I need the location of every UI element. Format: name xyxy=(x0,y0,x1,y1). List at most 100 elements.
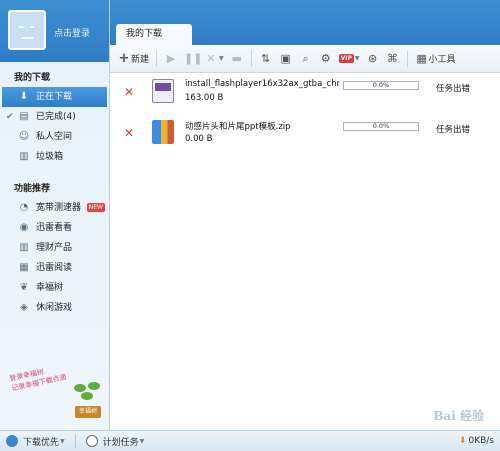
sort-icon: ⇅ xyxy=(261,52,271,65)
progress-bar: 0.0% xyxy=(343,81,419,90)
info-icon: ▣ xyxy=(280,52,291,65)
priority-icon xyxy=(6,435,18,447)
tab-strip: 我的下载 xyxy=(110,0,500,45)
priority-label: 下载优先 xyxy=(23,437,60,448)
sidebar-item-happy-tree[interactable]: ❦ 幸福树 xyxy=(0,278,109,298)
leaf-shape xyxy=(74,384,86,392)
new-task-button[interactable]: + 新建 xyxy=(114,49,152,69)
toolbar-separator xyxy=(406,50,408,67)
sidebar-item-label: 宽带测速器 xyxy=(36,203,82,213)
vip-badge: VIP xyxy=(338,54,354,63)
expand-check-icon[interactable]: ✔ xyxy=(6,107,14,127)
sidebar-item-label: 私人空间 xyxy=(36,132,73,142)
sidebar-item-label: 已完成(4) xyxy=(36,112,76,122)
done-icon: ▤ xyxy=(19,111,29,122)
toolbar-separator xyxy=(250,50,252,67)
baidu-watermark: Bai 经验 xyxy=(433,409,484,423)
sort-button[interactable]: ⇅ xyxy=(256,49,276,69)
toolbar-separator xyxy=(156,50,158,67)
happy-tree-promo[interactable]: 登录幸福树 记录幸福下载点滴 幸福树 xyxy=(6,366,106,428)
avatar-eye-right xyxy=(30,26,35,28)
file-name: 动感片头和片尾ppt模板.zip xyxy=(185,122,291,132)
plant-pot: 幸福树 xyxy=(75,406,101,418)
download-speed: ⬇ 0KB/s xyxy=(459,436,494,446)
sidebar-item-trash[interactable]: ▥ 垃圾箱 xyxy=(0,147,109,167)
statusbar-separator xyxy=(74,434,76,448)
leaf-icon: ❦ xyxy=(19,282,29,293)
tab-my-downloads[interactable]: 我的下载 xyxy=(116,24,192,45)
gear-icon: ⚙ xyxy=(320,52,331,65)
gamepad-icon: ◈ xyxy=(20,302,28,313)
download-row[interactable]: ✕ install_flashplayer16x32ax_gtba_chra_.… xyxy=(110,73,500,114)
new-task-label: 新建 xyxy=(131,55,150,65)
delete-button[interactable]: ✕ ▼ xyxy=(201,49,227,69)
toolbox-icon: ▦ xyxy=(416,52,427,65)
down-arrow-icon: ⬇ xyxy=(458,436,467,446)
vip-button[interactable]: VIP ▼ xyxy=(336,49,363,69)
sidebar-item-games[interactable]: ◈ 休闲游戏 xyxy=(0,298,109,318)
sidebar-item-reading[interactable]: ▦ 迅雷阅读 xyxy=(0,258,109,278)
progress-bar: 0.0% xyxy=(343,122,419,131)
sidebar-item-downloading[interactable]: ⬇ 正在下载 xyxy=(2,87,107,107)
clock-icon xyxy=(85,435,98,447)
media-button[interactable]: ⊛ xyxy=(363,49,383,69)
sidebar-item-label: 理财产品 xyxy=(36,243,73,253)
error-x-icon[interactable]: ✕ xyxy=(124,85,134,99)
download-row[interactable]: ✕ 动感片头和片尾ppt模板.zip 0.00 B 0.0% 任务出错 xyxy=(110,114,500,155)
download-arrow-icon: ⬇ xyxy=(19,91,29,102)
user-panel: 点击登录 xyxy=(0,0,109,62)
task-status: 任务出错 xyxy=(436,125,471,135)
search-icon: ⌕ xyxy=(302,51,309,65)
speed-gauge-icon: ◔ xyxy=(19,202,29,213)
gamepad-icon: ⌘ xyxy=(387,52,399,65)
avatar-eye-left xyxy=(19,26,24,28)
pause-button[interactable]: ❚❚ xyxy=(181,49,203,69)
sidebar-item-label: 幸福树 xyxy=(36,283,64,293)
settings-button[interactable]: ⚙ xyxy=(316,49,336,69)
tools-button[interactable]: ▦ 小工具 xyxy=(412,49,459,69)
start-button[interactable]: ▶ xyxy=(161,49,181,69)
download-priority-dropdown[interactable]: 下载优先 ▼ xyxy=(0,435,71,448)
sidebar-item-label: 垃圾箱 xyxy=(36,152,64,162)
chevron-down-icon: ▼ xyxy=(354,55,360,62)
sidebar-item-speed-test[interactable]: ◔ 宽带测速器 NEW xyxy=(0,198,109,218)
pause-icon: ❚❚ xyxy=(184,52,203,65)
avatar[interactable] xyxy=(8,10,46,50)
login-link[interactable]: 点击登录 xyxy=(54,26,90,39)
scheduled-task-dropdown[interactable]: 计划任务 ▼ xyxy=(80,435,151,448)
sidebar-item-label: 迅雷阅读 xyxy=(36,263,73,273)
zip-file-icon xyxy=(152,120,174,144)
sidebar-item-finance[interactable]: ▥ 理财产品 xyxy=(0,238,109,258)
features-heading: 功能推荐 xyxy=(14,184,51,194)
book-icon: ▦ xyxy=(19,262,29,273)
file-size: 163.00 B xyxy=(185,93,224,103)
sidebar-item-label: 迅雷看看 xyxy=(36,223,73,233)
promo-text: 登录幸福树 记录幸福下载点滴 xyxy=(9,362,68,393)
watch-icon: ◉ xyxy=(19,222,29,233)
search-button[interactable]: ⌕ xyxy=(296,49,316,69)
tools-label: 小工具 xyxy=(428,55,456,65)
left-sidebar: 点击登录 我的下载 ⬇ 正在下载 ✔ ▤ 已完成(4) ☺ 私人空间 ▥ 垃圾箱… xyxy=(0,0,110,430)
open-folder-button[interactable]: ▬ xyxy=(227,49,247,69)
speed-value: 0KB/s xyxy=(468,436,494,446)
trash-icon: ▥ xyxy=(19,151,29,162)
sidebar-item-label: 休闲游戏 xyxy=(36,303,73,313)
game-button[interactable]: ⌘ xyxy=(383,49,403,69)
film-reel-icon: ⊛ xyxy=(367,52,378,65)
my-downloads-heading: 我的下载 xyxy=(14,73,51,83)
file-size: 0.00 B xyxy=(185,134,213,144)
chevron-down-icon: ▼ xyxy=(139,437,145,445)
sidebar-item-label: 正在下载 xyxy=(36,92,73,102)
new-badge: NEW xyxy=(86,203,105,212)
delete-x-icon: ✕ xyxy=(206,52,216,65)
sidebar-item-completed[interactable]: ✔ ▤ 已完成(4) xyxy=(0,107,109,127)
play-icon: ▶ xyxy=(166,52,176,65)
sidebar-item-private-space[interactable]: ☺ 私人空间 xyxy=(0,127,109,147)
download-list: ✕ install_flashplayer16x32ax_gtba_chra_.… xyxy=(110,73,500,155)
leaf-shape xyxy=(81,392,93,400)
properties-button[interactable]: ▣ xyxy=(276,49,296,69)
status-bar: 下载优先 ▼ 计划任务 ▼ ⬇ 0KB/s xyxy=(0,430,500,451)
error-x-icon[interactable]: ✕ xyxy=(124,126,134,140)
schedule-label: 计划任务 xyxy=(102,437,139,448)
sidebar-item-xunlei-kankan[interactable]: ◉ 迅雷看看 xyxy=(0,218,109,238)
